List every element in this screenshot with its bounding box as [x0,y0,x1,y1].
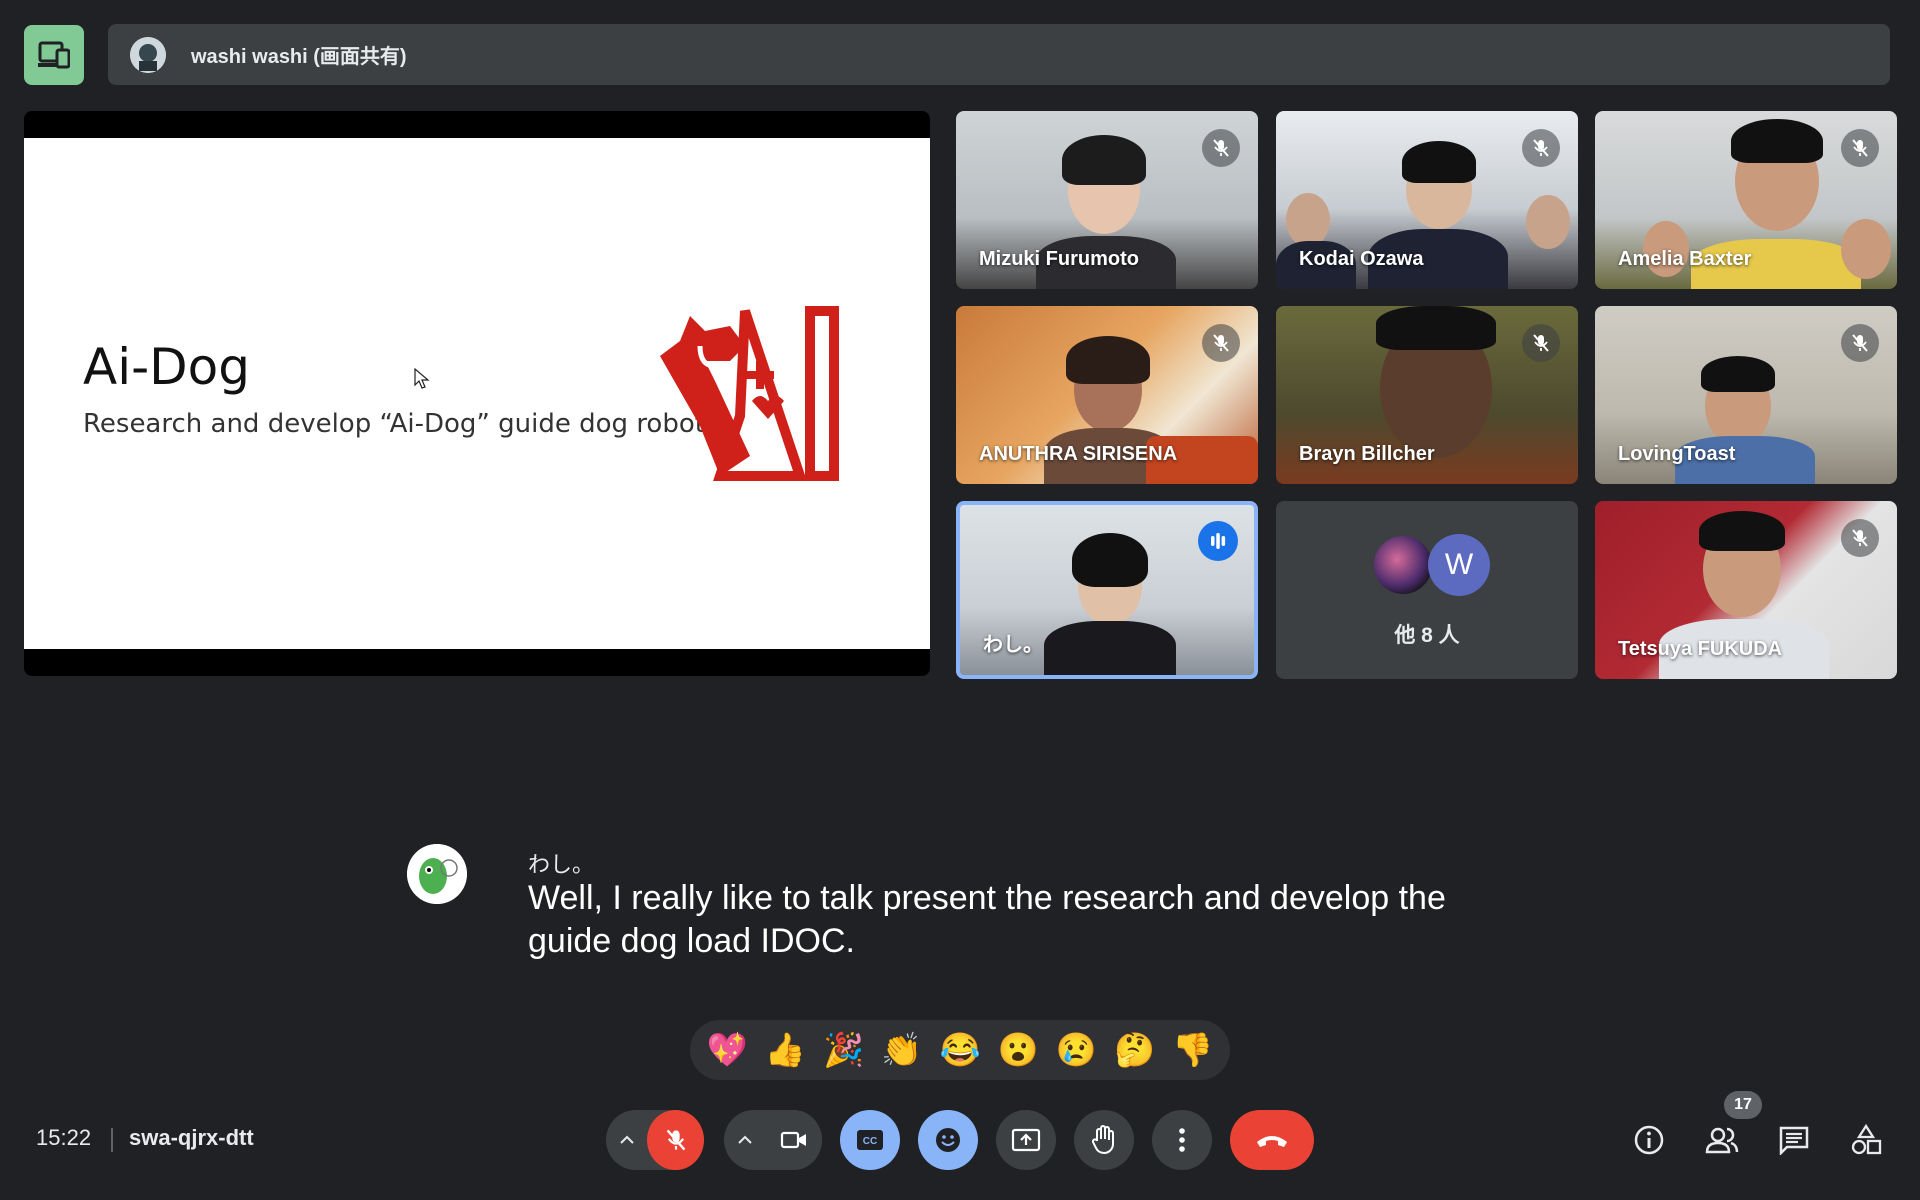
participant-avatar [1372,534,1434,596]
mic-control-group [606,1110,704,1170]
mic-toggle-button[interactable] [647,1110,704,1170]
participant-tile[interactable]: ANUTHRA SIRISENA [956,306,1258,484]
more-options-button[interactable] [1152,1110,1212,1170]
participant-tile[interactable]: Mizuki Furumoto [956,111,1258,289]
participant-tile[interactable]: Tetsuya FUKUDA [1595,501,1897,679]
reaction-tears-of-joy[interactable]: 😂 [934,1024,986,1076]
participant-name: わし。 [983,634,1043,656]
mic-off-icon [1522,129,1560,167]
chat-icon [1779,1126,1809,1155]
send-reaction-button[interactable] [918,1110,978,1170]
presenter-avatar [130,36,166,73]
shared-screen[interactable]: Ai-Dog Research and develop “Ai-Dog” gui… [24,111,930,676]
slide-subtitle: Research and develop “Ai-Dog” guide dog … [83,409,705,439]
other-participants-tile[interactable]: W 他 8 人 [1276,501,1578,679]
presentation-slide: Ai-Dog Research and develop “Ai-Dog” gui… [24,138,930,649]
meeting-code[interactable]: swa-qjrx-dtt [129,1125,254,1151]
camera-toggle-button[interactable] [765,1110,822,1170]
mic-off-icon [666,1129,686,1151]
activities-shapes-icon [1851,1124,1882,1155]
participant-name: Tetsuya FUKUDA [1618,638,1783,660]
mic-off-icon [1522,324,1560,362]
people-button[interactable] [1699,1117,1745,1163]
meeting-clock: 15:22 [36,1125,92,1150]
reaction-sparkling-heart[interactable]: 💖 [701,1024,753,1076]
participant-tile[interactable]: Kodai Ozawa [1276,111,1578,289]
caption-speaker-avatar [407,844,467,904]
reaction-bar: 💖 👍 🎉 👏 😂 😮 😢 🤔 👎 [690,1020,1230,1080]
people-icon [1705,1127,1739,1154]
presentation-layout-button[interactable] [24,25,84,85]
hand-icon [1091,1125,1114,1155]
chevron-up-icon [738,1135,752,1144]
participant-name: Mizuki Furumoto [979,248,1139,270]
activities-button[interactable] [1843,1117,1889,1163]
reaction-thumbs-up[interactable]: 👍 [759,1024,811,1076]
reaction-clapping[interactable]: 👏 [876,1024,928,1076]
video-options-button[interactable] [724,1110,765,1170]
participant-tile[interactable]: LovingToast [1595,306,1897,484]
ai-dog-logo-icon [660,306,839,481]
mic-off-icon [1202,129,1240,167]
reaction-party-popper[interactable]: 🎉 [818,1024,870,1076]
participant-tile[interactable]: Amelia Baxter [1595,111,1897,289]
mic-off-icon [1841,324,1879,362]
caption-text: Well, I really like to talk present the … [528,879,1446,960]
leave-call-button[interactable] [1230,1110,1314,1170]
divider [111,1128,113,1152]
audio-options-button[interactable] [606,1110,647,1170]
participant-name: Kodai Ozawa [1299,248,1424,270]
participant-count-badge: 17 [1724,1091,1762,1119]
participant-name: ANUTHRA SIRISENA [979,443,1178,465]
mouse-cursor-icon [414,368,430,389]
more-participants-label: 他 8 人 [1394,624,1460,647]
reaction-thumbs-down[interactable]: 👎 [1167,1024,1219,1076]
presenter-label: washi washi (画面共有) [191,46,407,68]
raise-hand-button[interactable] [1074,1110,1134,1170]
reaction-crying[interactable]: 😢 [1050,1024,1102,1076]
reaction-thinking[interactable]: 🤔 [1109,1024,1161,1076]
present-to-all-icon [1011,1128,1041,1152]
closed-captions-icon: CC [857,1130,883,1150]
participant-name: Brayn Billcher [1299,443,1435,465]
captions-button[interactable]: CC [840,1110,900,1170]
call-end-icon [1257,1136,1287,1147]
mic-off-icon [1841,519,1879,557]
videocam-icon [780,1131,806,1149]
slide-title: Ai-Dog [83,338,250,396]
speaking-indicator-icon [1198,521,1238,561]
present-now-button[interactable] [996,1110,1056,1170]
participant-name: LovingToast [1618,443,1736,465]
meeting-details-button[interactable] [1626,1117,1672,1163]
more-vert-icon [1179,1128,1185,1152]
info-icon [1634,1125,1664,1155]
chevron-up-icon [620,1135,634,1144]
participant-avatar: W [1428,534,1490,596]
participant-name: Amelia Baxter [1618,248,1752,270]
participant-tile-active-speaker[interactable]: わし。 [956,501,1258,679]
chat-button[interactable] [1771,1117,1817,1163]
camera-control-group [724,1110,822,1170]
mic-off-icon [1841,129,1879,167]
mic-off-icon [1202,324,1240,362]
participant-tile[interactable]: Brayn Billcher [1276,306,1578,484]
reaction-surprised[interactable]: 😮 [992,1024,1044,1076]
emoji-icon [936,1128,960,1152]
caption-speaker-name: わし。 [528,852,595,877]
svg-text:CC: CC [863,1136,877,1147]
presentation-banner: washi washi (画面共有) [108,24,1890,85]
devices-icon [38,41,70,69]
